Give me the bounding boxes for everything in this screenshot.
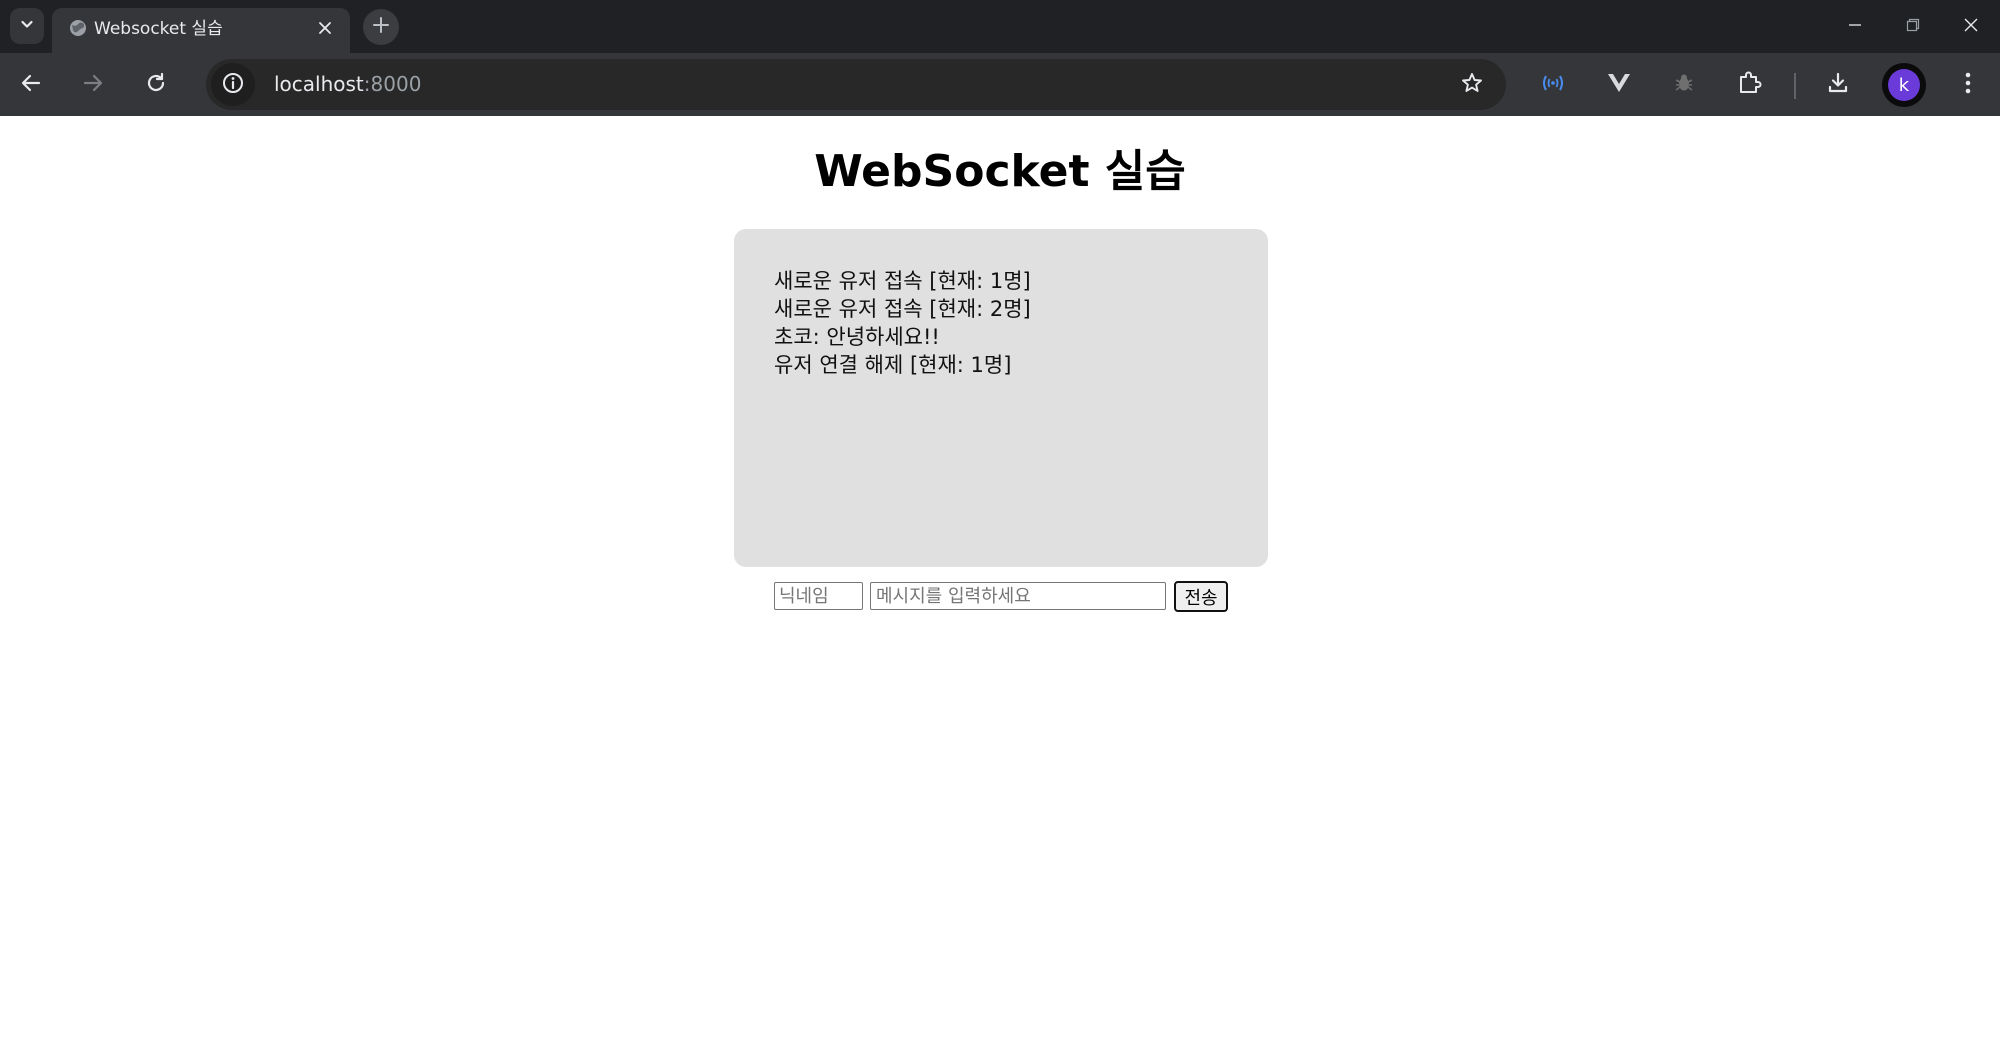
address-bar[interactable]: localhost:8000 xyxy=(206,59,1506,110)
kebab-menu-icon xyxy=(1964,71,1972,99)
browser-toolbar: localhost:8000 k xyxy=(0,53,2000,116)
chat-log: 새로운 유저 접속 [현재: 1명] 새로운 유저 접속 [현재: 2명] 초코… xyxy=(734,229,1268,567)
tab-title: Websocket 실습 xyxy=(94,19,223,39)
tab-active[interactable]: Websocket 실습 xyxy=(52,8,350,53)
arrow-left-icon xyxy=(19,71,43,99)
new-tab-button[interactable] xyxy=(363,9,399,45)
extension-button-1[interactable] xyxy=(1533,65,1573,105)
tab-close-icon[interactable] xyxy=(314,17,336,39)
message-input[interactable] xyxy=(870,582,1166,610)
nickname-input[interactable] xyxy=(774,582,863,610)
avatar-initial: k xyxy=(1888,69,1920,101)
vue-devtools-icon xyxy=(1607,72,1631,98)
toolbar-separator xyxy=(1794,73,1796,99)
browser-menu-button[interactable] xyxy=(1948,65,1988,105)
minimize-button[interactable] xyxy=(1826,0,1884,53)
chevron-down-icon xyxy=(19,16,35,36)
chat-message: 새로운 유저 접속 [현재: 1명] xyxy=(774,269,1031,293)
web-page: WebSocket 실습 새로운 유저 접속 [현재: 1명] 새로운 유저 접… xyxy=(0,116,2000,1051)
close-icon xyxy=(1963,17,1979,37)
arrow-right-icon xyxy=(81,71,105,99)
tab-search-button[interactable] xyxy=(10,8,44,44)
plus-icon xyxy=(372,16,390,38)
globe-icon xyxy=(68,18,88,38)
site-info-button[interactable] xyxy=(211,63,255,106)
reload-icon xyxy=(144,71,168,99)
chat-message: 유저 연결 해제 [현재: 1명] xyxy=(774,353,1012,377)
chat-message: 초코: 안녕하세요!! xyxy=(774,325,940,349)
restore-icon xyxy=(1905,17,1921,37)
close-window-button[interactable] xyxy=(1942,0,2000,53)
url-text[interactable]: localhost:8000 xyxy=(274,72,421,96)
bug-icon xyxy=(1673,72,1695,98)
extension-button-2[interactable] xyxy=(1599,65,1639,105)
page-title: WebSocket 실습 xyxy=(814,146,1186,197)
download-icon xyxy=(1826,71,1850,99)
star-icon xyxy=(1460,71,1484,99)
restore-button[interactable] xyxy=(1884,0,1942,53)
back-button[interactable] xyxy=(11,65,51,105)
send-button[interactable]: 전송 xyxy=(1174,581,1228,612)
info-icon xyxy=(221,71,245,99)
bookmark-button[interactable] xyxy=(1452,65,1492,105)
url-port: :8000 xyxy=(363,72,422,96)
url-host: localhost xyxy=(274,72,364,96)
extensions-menu-button[interactable] xyxy=(1730,65,1770,105)
chat-message: 새로운 유저 접속 [현재: 2명] xyxy=(774,297,1031,321)
extension-button-3[interactable] xyxy=(1664,65,1704,105)
minimize-icon xyxy=(1847,17,1863,37)
puzzle-icon xyxy=(1737,70,1763,100)
profile-avatar[interactable]: k xyxy=(1882,63,1926,107)
reload-button[interactable] xyxy=(136,65,176,105)
downloads-button[interactable] xyxy=(1818,65,1858,105)
browser-tabstrip: Websocket 실습 xyxy=(0,0,2000,53)
radio-waves-icon xyxy=(1540,73,1566,97)
forward-button[interactable] xyxy=(73,65,113,105)
